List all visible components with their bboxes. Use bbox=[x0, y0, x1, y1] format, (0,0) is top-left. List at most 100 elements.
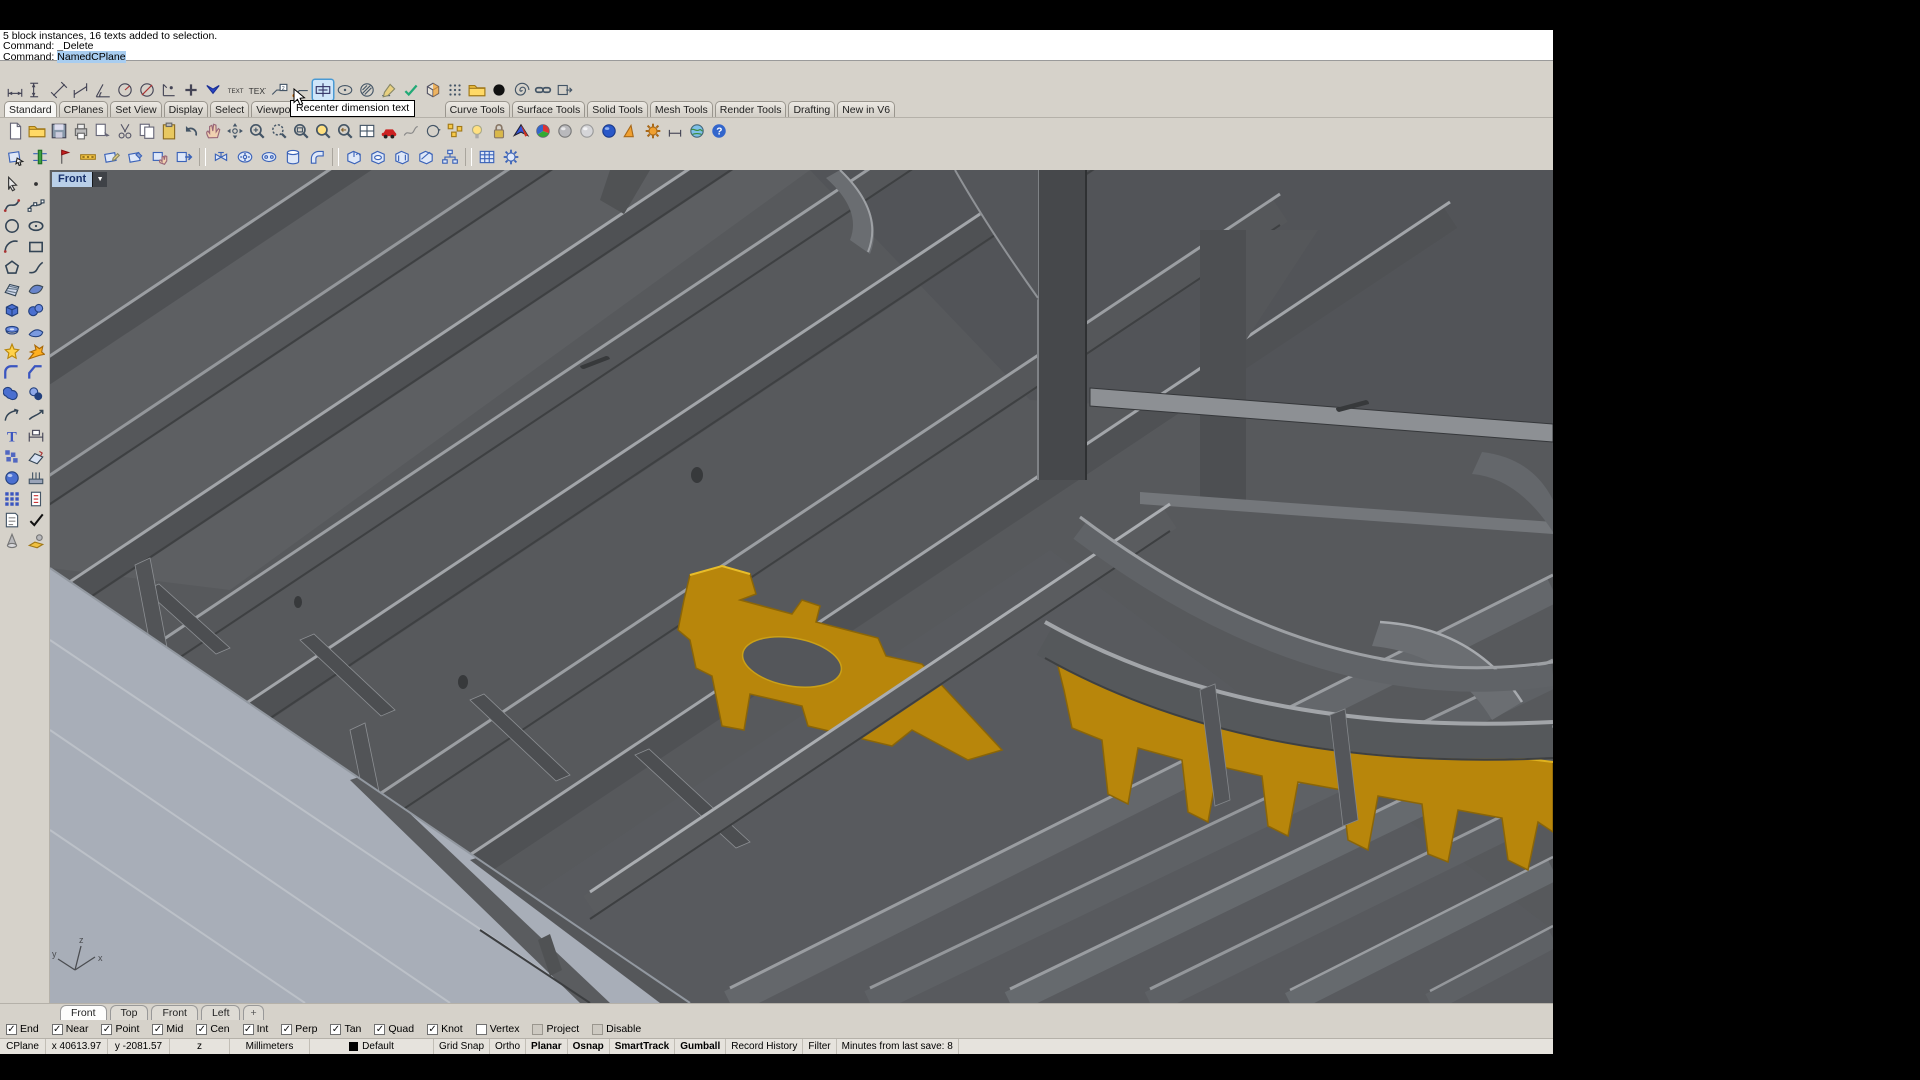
car-icon[interactable] bbox=[379, 121, 399, 141]
osnap-vertex[interactable]: Vertex bbox=[476, 1023, 520, 1035]
checkbox-quad[interactable]: ✓ bbox=[374, 1024, 385, 1035]
viewport-3d-scene[interactable]: z x y bbox=[50, 170, 1553, 1003]
hatch-icon[interactable] bbox=[357, 80, 377, 100]
notes-tool-icon[interactable] bbox=[1, 510, 23, 529]
tab-select[interactable]: Select bbox=[210, 101, 249, 117]
osnap-perp[interactable]: ✓Perp bbox=[281, 1023, 317, 1035]
spheres-icon[interactable] bbox=[25, 300, 47, 319]
arc-icon[interactable] bbox=[1, 237, 23, 256]
osnap-end[interactable]: ✓End bbox=[6, 1023, 39, 1035]
sketch-icon[interactable] bbox=[401, 121, 421, 141]
earth-icon[interactable] bbox=[687, 121, 707, 141]
zoom-in-icon[interactable] bbox=[247, 121, 267, 141]
zoom-back-icon[interactable] bbox=[335, 121, 355, 141]
link-chain-icon[interactable] bbox=[533, 80, 553, 100]
curve-extend-icon[interactable] bbox=[25, 405, 47, 424]
status-cplane[interactable]: CPlane bbox=[0, 1039, 46, 1054]
status-smarttrack[interactable]: SmartTrack bbox=[610, 1039, 675, 1054]
checkbox-perp[interactable]: ✓ bbox=[281, 1024, 292, 1035]
checkbox-tan[interactable]: ✓ bbox=[330, 1024, 341, 1035]
checkbox-end[interactable]: ✓ bbox=[6, 1024, 17, 1035]
checkbox-cen[interactable]: ✓ bbox=[196, 1024, 207, 1035]
curve-icon[interactable] bbox=[1, 195, 23, 214]
checkbox-project[interactable] bbox=[532, 1024, 543, 1035]
surface-net-icon[interactable] bbox=[1, 279, 23, 298]
dim-horizontal-icon[interactable] bbox=[5, 80, 25, 100]
checkbox-vertex[interactable] bbox=[476, 1024, 487, 1035]
status-osnap[interactable]: Osnap bbox=[568, 1039, 610, 1054]
viewport-tab-front-2[interactable]: Front bbox=[151, 1005, 198, 1020]
tab-mesh-tools[interactable]: Mesh Tools bbox=[650, 101, 713, 117]
copy-detail-icon[interactable] bbox=[93, 121, 113, 141]
render-sphere-icon[interactable] bbox=[1, 468, 23, 487]
nodes-icon[interactable] bbox=[445, 121, 465, 141]
rotate-view-icon[interactable] bbox=[225, 121, 245, 141]
oval-center-icon[interactable] bbox=[335, 80, 355, 100]
dim-vertical-icon[interactable] bbox=[27, 80, 47, 100]
osnap-point[interactable]: ✓Point bbox=[101, 1023, 139, 1035]
fillet-edge-icon[interactable] bbox=[1, 363, 23, 382]
text-object-icon[interactable]: T bbox=[1, 426, 23, 445]
cut-icon[interactable] bbox=[115, 121, 135, 141]
sphere-shaded-icon[interactable] bbox=[555, 121, 575, 141]
arrow-down-blue-icon[interactable] bbox=[203, 80, 223, 100]
network-tree-icon[interactable] bbox=[439, 146, 461, 168]
box-roll-icon[interactable] bbox=[391, 146, 413, 168]
checkbox-mid[interactable]: ✓ bbox=[152, 1024, 163, 1035]
barrel-icon[interactable] bbox=[282, 146, 304, 168]
open-folder-icon[interactable] bbox=[27, 121, 47, 141]
boolean-circles-icon[interactable] bbox=[25, 384, 47, 403]
panel-stamp-icon[interactable] bbox=[125, 146, 147, 168]
dim-check-icon[interactable] bbox=[401, 80, 421, 100]
status-y-2081-57[interactable]: y -2081.57 bbox=[108, 1039, 170, 1054]
color-wheel-icon[interactable] bbox=[533, 121, 553, 141]
explode-burst-icon[interactable] bbox=[25, 342, 47, 361]
osnap-knot[interactable]: ✓Knot bbox=[427, 1023, 463, 1035]
rhino-logo-icon[interactable] bbox=[511, 121, 531, 141]
checkbox-knot[interactable]: ✓ bbox=[427, 1024, 438, 1035]
osnap-cen[interactable]: ✓Cen bbox=[196, 1023, 229, 1035]
status-default[interactable]: Default bbox=[310, 1039, 434, 1054]
tab-curve-tools[interactable]: Curve Tools bbox=[445, 101, 510, 117]
viewport-tab-left-3[interactable]: Left bbox=[201, 1005, 241, 1020]
osnap-disable[interactable]: Disable bbox=[592, 1023, 641, 1035]
box-tag-icon[interactable] bbox=[367, 146, 389, 168]
dim-diameter-icon[interactable] bbox=[137, 80, 157, 100]
tab-display[interactable]: Display bbox=[164, 101, 208, 117]
box-note-icon[interactable] bbox=[415, 146, 437, 168]
group-squares-icon[interactable] bbox=[1, 447, 23, 466]
open-folder-icon[interactable] bbox=[467, 80, 487, 100]
pan-hand-icon[interactable] bbox=[203, 121, 223, 141]
section-tool-icon[interactable] bbox=[29, 146, 51, 168]
gear-blue-icon[interactable] bbox=[500, 146, 522, 168]
dim-tool-icon[interactable] bbox=[25, 426, 47, 445]
bake-tool-icon[interactable] bbox=[25, 531, 47, 550]
point-icon[interactable] bbox=[25, 174, 47, 193]
ellipse-icon[interactable] bbox=[25, 216, 47, 235]
circle-icon[interactable] bbox=[1, 216, 23, 235]
notify-triangle-icon[interactable] bbox=[621, 121, 641, 141]
chamfer-edge-icon[interactable] bbox=[25, 363, 47, 382]
tab-cplanes[interactable]: CPlanes bbox=[59, 101, 109, 117]
checkbox-point[interactable]: ✓ bbox=[101, 1024, 112, 1035]
viewport-title-label[interactable]: Front bbox=[52, 172, 92, 187]
dim-rotated-icon[interactable] bbox=[71, 80, 91, 100]
status-millimeters[interactable]: Millimeters bbox=[230, 1039, 310, 1054]
panel-hand-icon[interactable] bbox=[149, 146, 171, 168]
flag-marker-icon[interactable] bbox=[53, 146, 75, 168]
viewport-tab-top-1[interactable]: Top bbox=[110, 1005, 149, 1020]
panel-edit-icon[interactable] bbox=[101, 146, 123, 168]
copy-icon[interactable] bbox=[137, 121, 157, 141]
curve-control-icon[interactable] bbox=[25, 195, 47, 214]
osnap-tan[interactable]: ✓Tan bbox=[330, 1023, 361, 1035]
flange-icon[interactable] bbox=[234, 146, 256, 168]
arrow-box-icon[interactable] bbox=[555, 80, 575, 100]
osnap-int[interactable]: ✓Int bbox=[243, 1023, 269, 1035]
tab-set-view[interactable]: Set View bbox=[110, 101, 161, 117]
box-import-icon[interactable] bbox=[343, 146, 365, 168]
surface-drape-icon[interactable] bbox=[25, 321, 47, 340]
cone-tool-icon[interactable] bbox=[1, 531, 23, 550]
status-z[interactable]: z bbox=[170, 1039, 230, 1054]
dim-small-icon[interactable] bbox=[665, 121, 685, 141]
lock-icon[interactable] bbox=[489, 121, 509, 141]
